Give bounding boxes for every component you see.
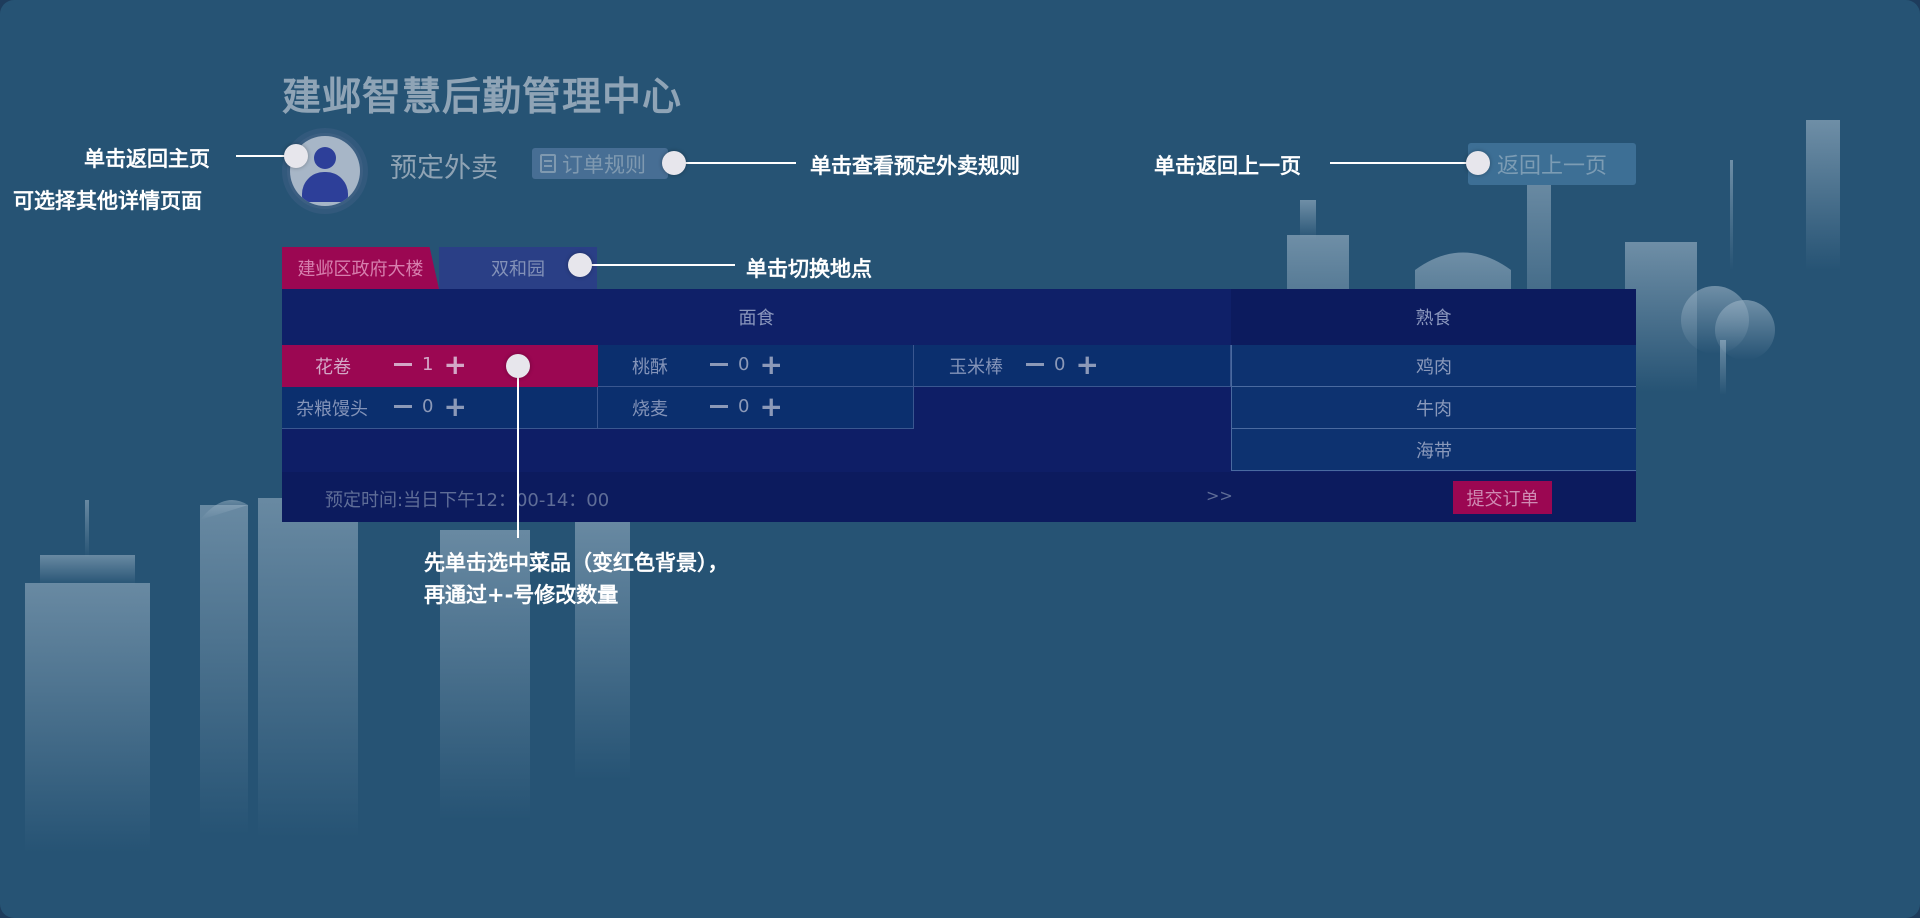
menu-item-name: 花卷 [315, 356, 351, 378]
quantity-value: 0 [1054, 354, 1066, 375]
category-header-pasta: 面食 [282, 289, 1231, 345]
screen: 建邺智慧后勤管理中心 预定外卖 订单规则 返回上一页 建邺区政府大楼 双和园 面… [0, 0, 1920, 918]
cooked-item-beef[interactable]: 牛肉 [1231, 387, 1636, 429]
quantity-stepper: 1 + [394, 350, 467, 378]
menu-item-zaliang-mantou[interactable]: 杂粮馒头 0 + [282, 387, 598, 429]
callout-select-line1: 先单击选中菜品（变红色背景）， [424, 551, 729, 575]
quantity-value: 0 [738, 354, 750, 375]
menu-item-yumibang[interactable]: 玉米棒 0 + [914, 345, 1231, 387]
quantity-value: 0 [422, 396, 434, 417]
location-tab-government[interactable]: 建邺区政府大楼 [282, 247, 439, 289]
submit-order-button[interactable]: 提交订单 [1453, 481, 1552, 514]
quantity-stepper: 0 + [710, 392, 783, 420]
callout-dot-home [284, 144, 308, 168]
callout-line-back [1330, 162, 1470, 164]
back-button[interactable]: 返回上一页 [1468, 143, 1636, 185]
app-title: 建邺智慧后勤管理中心 [282, 75, 683, 120]
callout-line-rules [676, 162, 796, 164]
plus-icon[interactable]: + [443, 350, 466, 378]
quantity-value: 1 [422, 354, 434, 375]
callout-dot-location [568, 253, 592, 277]
minus-icon[interactable] [394, 405, 412, 408]
quantity-value: 0 [738, 396, 750, 417]
order-panel: 面食 熟食 花卷 1 + 桃酥 0 + 玉米棒 0 + 杂粮馒头 0 + 烧麦 … [282, 289, 1636, 522]
menu-item-huajuan[interactable]: 花卷 1 + [282, 345, 598, 387]
plus-icon[interactable]: + [759, 350, 782, 378]
plus-icon[interactable]: + [759, 392, 782, 420]
callout-dot-back [1466, 151, 1490, 175]
callout-home-line1: 单击返回主页 [84, 147, 210, 171]
order-rules-label: 订单规则 [562, 152, 646, 177]
order-time-text: 预定时间:当日下午12：00-14：00 [325, 490, 610, 511]
plus-icon[interactable]: + [1075, 350, 1098, 378]
document-icon [540, 154, 556, 173]
callout-line-location [590, 264, 735, 266]
order-rules-button[interactable]: 订单规则 [532, 148, 668, 179]
menu-item-taosu[interactable]: 桃酥 0 + [598, 345, 914, 387]
callout-dot-rules [662, 151, 686, 175]
menu-item-name: 玉米棒 [949, 356, 1003, 378]
callout-dot-select [506, 354, 530, 378]
minus-icon[interactable] [394, 363, 412, 366]
category-header-cooked: 熟食 [1231, 289, 1636, 345]
menu-item-name: 烧麦 [632, 398, 668, 420]
menu-item-name: 桃酥 [632, 356, 668, 378]
section-title: 预定外卖 [390, 153, 498, 184]
avatar-home-button[interactable] [282, 128, 368, 214]
callout-select-line2: 再通过+-号修改数量 [424, 583, 619, 607]
quantity-stepper: 0 + [1026, 350, 1099, 378]
quantity-stepper: 0 + [710, 350, 783, 378]
menu-item-shaomai[interactable]: 烧麦 0 + [598, 387, 914, 429]
quantity-stepper: 0 + [394, 392, 467, 420]
order-footer: 预定时间:当日下午12：00-14：00 >> 提交订单 [282, 472, 1636, 522]
callout-rules: 单击查看预定外卖规则 [810, 154, 1020, 178]
menu-item-name: 杂粮馒头 [296, 398, 368, 420]
minus-icon[interactable] [710, 405, 728, 408]
minus-icon[interactable] [1026, 363, 1044, 366]
more-link[interactable]: >> [1206, 486, 1233, 505]
callout-back: 单击返回上一页 [1154, 154, 1301, 178]
callout-home-line2: 可选择其他详情页面 [13, 189, 202, 213]
minus-icon[interactable] [710, 363, 728, 366]
plus-icon[interactable]: + [443, 392, 466, 420]
cooked-item-kelp[interactable]: 海带 [1231, 429, 1636, 471]
cooked-item-chicken[interactable]: 鸡肉 [1231, 345, 1636, 387]
callout-line-select [517, 368, 519, 538]
callout-location: 单击切换地点 [746, 257, 872, 281]
